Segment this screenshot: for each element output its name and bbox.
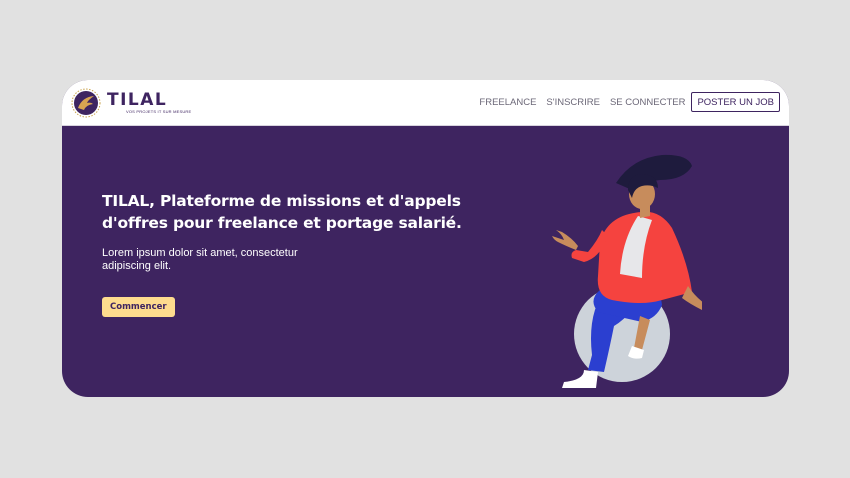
hero-title: TILAL, Plateforme de missions et d'appel… <box>102 192 462 232</box>
brand-name: TILAL <box>107 90 168 110</box>
brand-tagline: VOS PROJETS IT SUR MESURE <box>126 109 192 114</box>
woman-on-exercise-ball-illustration <box>552 154 702 388</box>
nav-link-freelance[interactable]: FREELANCE <box>479 97 536 108</box>
eagle-emblem-icon <box>71 88 101 118</box>
navbar: TILAL VOS PROJETS IT SUR MESURE FREELANC… <box>62 80 789 126</box>
post-job-button[interactable]: POSTER UN JOB <box>691 92 780 112</box>
nav-link-sinscrire[interactable]: S'INSCRIRE <box>546 97 600 108</box>
start-button[interactable]: Commencer <box>102 297 175 317</box>
brand-logo[interactable]: TILAL VOS PROJETS IT SUR MESURE <box>71 87 201 119</box>
hero-card: TILAL VOS PROJETS IT SUR MESURE FREELANC… <box>62 80 789 397</box>
main-nav: FREELANCE S'INSCRIRE SE CONNECTER POSTER… <box>469 91 780 113</box>
hero-description: Lorem ipsum dolor sit amet, consectetur … <box>102 247 298 272</box>
nav-link-se-connecter[interactable]: SE CONNECTER <box>610 97 685 108</box>
